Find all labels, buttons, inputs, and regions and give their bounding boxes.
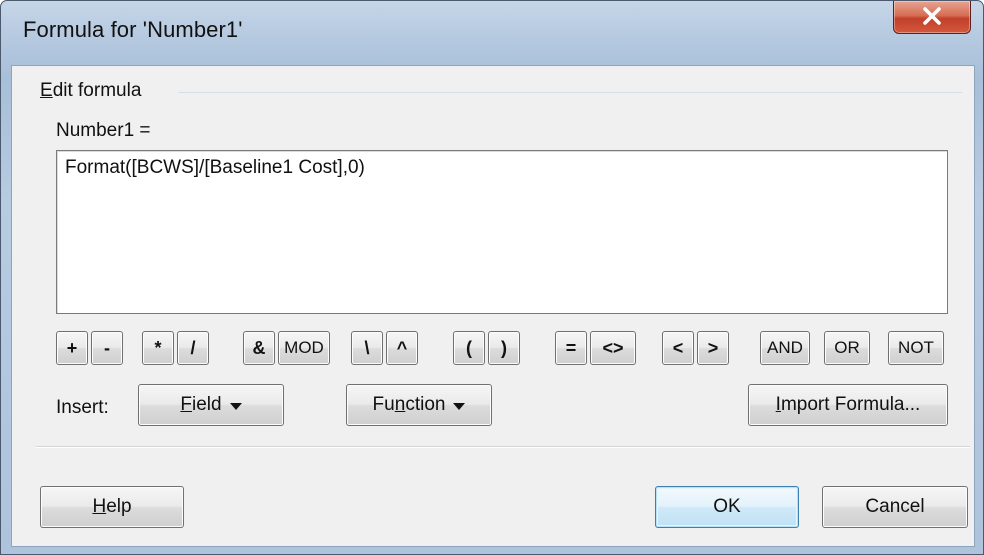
- formula-dialog: Formula for 'Number1' Edit formula Numbe…: [0, 0, 984, 555]
- operator-minus-button[interactable]: -: [91, 331, 123, 365]
- operator-equals-button[interactable]: =: [555, 331, 587, 365]
- operator-backslash-button[interactable]: \: [351, 331, 383, 365]
- operator-not-button[interactable]: NOT: [888, 331, 944, 365]
- mnemonic-char: H: [92, 496, 107, 517]
- field-name-label: Number1 =: [56, 120, 151, 141]
- operator-less-than-button[interactable]: <: [662, 331, 694, 365]
- close-icon: [923, 7, 941, 25]
- group-divider: [178, 92, 962, 93]
- mnemonic-char: n: [394, 394, 406, 415]
- dialog-body: Edit formula Number1 = Format([BCWS]/[Ba…: [11, 65, 975, 547]
- chevron-down-icon: [229, 402, 242, 410]
- operator-ampersand-button[interactable]: &: [243, 331, 275, 365]
- chevron-down-icon: [453, 402, 466, 410]
- help-button[interactable]: Help: [40, 486, 184, 528]
- operator-open-paren-button[interactable]: (: [453, 331, 485, 365]
- formula-input[interactable]: Format([BCWS]/[Baseline1 Cost],0): [56, 150, 948, 314]
- group-label-edit-formula: Edit formula: [40, 80, 142, 101]
- divider: [36, 446, 970, 448]
- operator-caret-button[interactable]: ^: [386, 331, 418, 365]
- operator-divide-button[interactable]: /: [177, 331, 209, 365]
- ok-button[interactable]: OK: [655, 486, 799, 528]
- mnemonic-char: I: [775, 394, 781, 415]
- operator-not-equal-button[interactable]: <>: [590, 331, 636, 365]
- window-title: Formula for 'Number1': [23, 17, 243, 42]
- operator-or-button[interactable]: OR: [824, 331, 870, 365]
- insert-function-button[interactable]: Function: [346, 384, 492, 426]
- cancel-button[interactable]: Cancel: [822, 486, 968, 528]
- insert-function-label: Function: [372, 394, 446, 415]
- operator-mod-button[interactable]: MOD: [278, 331, 330, 365]
- import-formula-label: Import Formula...: [775, 394, 921, 415]
- operator-and-button[interactable]: AND: [760, 331, 810, 365]
- operator-plus-button[interactable]: +: [56, 331, 88, 365]
- close-button[interactable]: [893, 1, 971, 34]
- operator-greater-than-button[interactable]: >: [697, 331, 729, 365]
- insert-label: Insert:: [56, 397, 109, 418]
- insert-field-button[interactable]: Field: [138, 384, 284, 426]
- mnemonic-char: F: [180, 394, 193, 415]
- insert-field-label: Field: [180, 394, 222, 415]
- mnemonic-char: E: [40, 80, 53, 101]
- import-formula-button[interactable]: Import Formula...: [748, 384, 948, 426]
- help-label: Help: [92, 496, 132, 517]
- operator-close-paren-button[interactable]: ): [488, 331, 520, 365]
- operator-multiply-button[interactable]: *: [142, 331, 174, 365]
